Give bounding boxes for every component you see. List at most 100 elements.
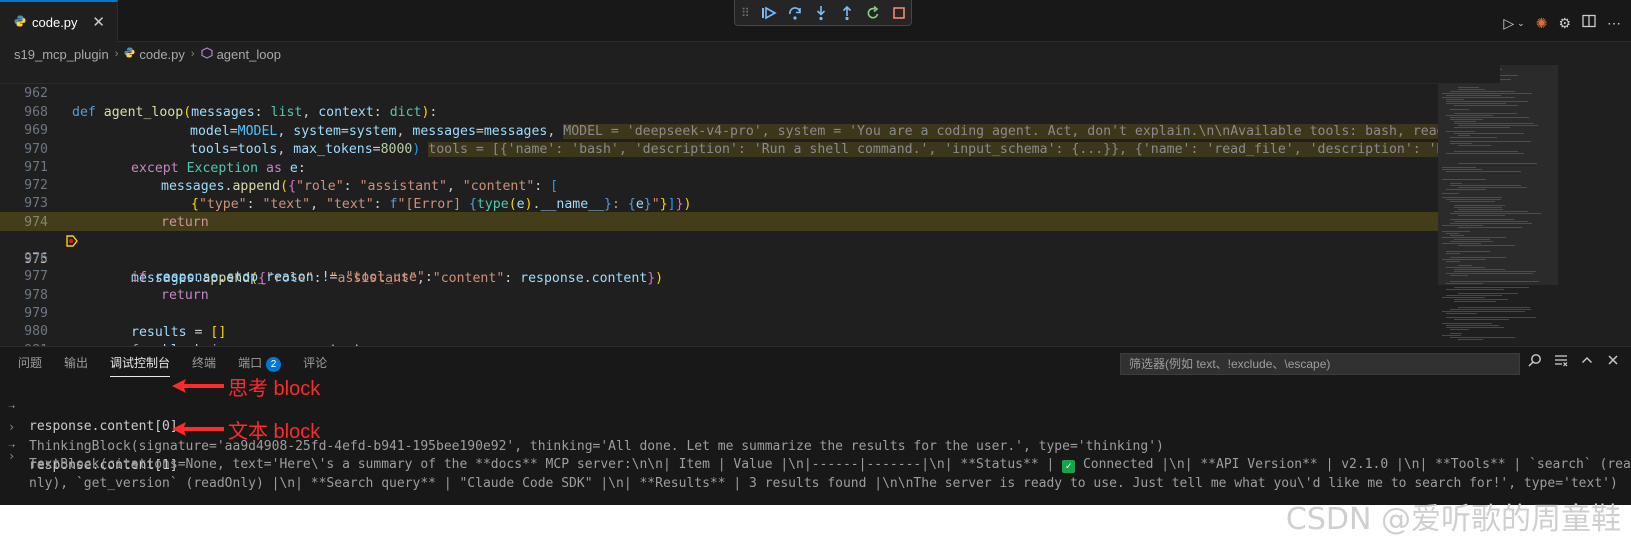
minimap-line [1450,329,1469,330]
minimap-line [1446,153,1524,154]
minimap-line [1446,267,1485,268]
continue-icon[interactable] [759,3,779,23]
minimap-line [1450,183,1462,184]
tab-debug-console[interactable]: 调试控制台 [110,355,171,377]
minimap-line [1458,265,1472,266]
minimap-line [1446,95,1501,96]
annotation-thinking: 思考 block [172,374,321,400]
python-file-icon [14,15,26,30]
red-arrow-icon [172,422,224,436]
python-file-icon [124,47,135,61]
ports-count-badge: 2 [266,357,282,372]
code-editor[interactable]: 968 model=MODEL, system=system, messages… [0,65,1500,360]
minimap-line [1458,135,1470,136]
minimap-line [1442,237,1506,238]
function-symbol-icon [200,46,213,62]
breadcrumb-folder[interactable]: s19_mcp_plugin [14,47,109,62]
breakpoint-current-icon[interactable] [2,215,78,247]
run-icon[interactable]: ▷ [1503,15,1514,31]
minimap-line [1450,219,1514,220]
minimap-line [1450,91,1515,92]
step-out-icon[interactable] [837,3,857,23]
minimap-line [1450,223,1532,224]
minimap-line [1450,281,1539,282]
minimap-line [1458,125,1538,126]
minimap-line [1454,221,1528,222]
minimap-line [1454,301,1496,302]
chevron-down-icon[interactable]: ⌄ [1517,15,1525,31]
chevron-up-icon[interactable] [1580,353,1594,370]
clear-console-icon[interactable] [1554,353,1568,370]
code-line-981: 981 if block.type != "tool_use": [0,322,1500,358]
minimap-line [1442,311,1525,312]
minimap-line [1450,275,1468,276]
tab-problems[interactable]: 问题 [18,355,42,377]
minimap[interactable] [1438,65,1631,345]
code-line-970: 970 except Exception as e: [0,121,1500,176]
minimap-line [1454,207,1502,208]
minimap-line [1458,209,1503,210]
restart-icon[interactable] [863,3,883,23]
close-icon[interactable] [1606,353,1620,370]
minimap-line [1450,119,1483,120]
minimap-line [1450,117,1529,118]
console-output-row[interactable]: nly), `get_version` (readOnly) |\n| **Se… [0,454,1631,491]
search-icon[interactable] [1528,353,1542,370]
minimap-line [1450,143,1472,144]
minimap-line [1442,335,1461,336]
close-icon[interactable]: ✕ [92,13,105,31]
step-over-icon[interactable] [785,3,805,23]
minimap-line [1458,87,1479,88]
debug-toolbar: ⠿ [734,0,912,26]
minimap-line [1458,227,1522,228]
minimap-line [1450,141,1531,142]
minimap-line [1446,313,1477,314]
minimap-line [1442,323,1492,324]
annotation-label: 文本 block [228,420,321,443]
sparkle-icon[interactable]: ✺ [1536,15,1548,31]
step-into-icon[interactable] [811,3,831,23]
minimap-line [1450,201,1495,202]
minimap-line [1446,103,1506,104]
minimap-line [1446,131,1475,132]
editor-window: code.py ✕ ⠿ ▷ ⌄ ✺ ⚙ ⋯ s19_mcp_plugin › c… [0,0,1631,505]
minimap-line [1446,233,1459,234]
minimap-line [1450,137,1497,138]
minimap-line [1454,121,1476,122]
tab-code-py[interactable]: code.py ✕ [0,0,118,42]
minimap-line [1458,145,1491,146]
annotation-label: 思考 block [228,377,321,400]
breadcrumb-symbol[interactable]: agent_loop [217,47,281,62]
code-text: def agent_loop(messages: list, context: … [72,105,438,120]
sticky-scroll-line[interactable]: 962 def agent_loop(messages: list, conte… [0,65,1500,120]
minimap-line [1442,225,1483,226]
drag-handle-icon[interactable]: ⠿ [741,6,753,20]
tab-output[interactable]: 输出 [64,355,88,377]
openai-icon[interactable]: ⚙ [1558,15,1571,31]
code-line-973: 973 return [0,175,1500,230]
minimap-slider[interactable] [1438,65,1558,285]
breadcrumb-file[interactable]: code.py [139,47,185,62]
minimap-line [1446,189,1486,190]
minimap-line [1442,193,1459,194]
minimap-line [1454,269,1505,270]
minimap-line [1442,167,1476,168]
minimap-line [1446,101,1528,102]
minimap-line [1454,271,1536,272]
minimap-line [1458,187,1527,188]
minimap-line [1454,151,1518,152]
annotation-text: 文本 block [172,417,321,443]
split-editor-icon[interactable] [1582,14,1596,31]
minimap-line [1446,327,1504,328]
minimap-line [1450,309,1531,310]
console-filter-input[interactable]: 筛选器(例如 text、!exclude、\escape) [1120,353,1520,375]
minimap-line [1442,297,1485,298]
minimap-line [1450,213,1541,214]
minimap-line [1442,93,1532,94]
minimap-line [1454,127,1510,128]
panel-actions [1528,353,1620,370]
minimap-line [1442,231,1470,232]
stop-icon[interactable] [889,3,909,23]
watermark: CSDN @爱听歌的周童鞋 [1285,502,1621,537]
more-actions-icon[interactable]: ⋯ [1607,15,1621,31]
